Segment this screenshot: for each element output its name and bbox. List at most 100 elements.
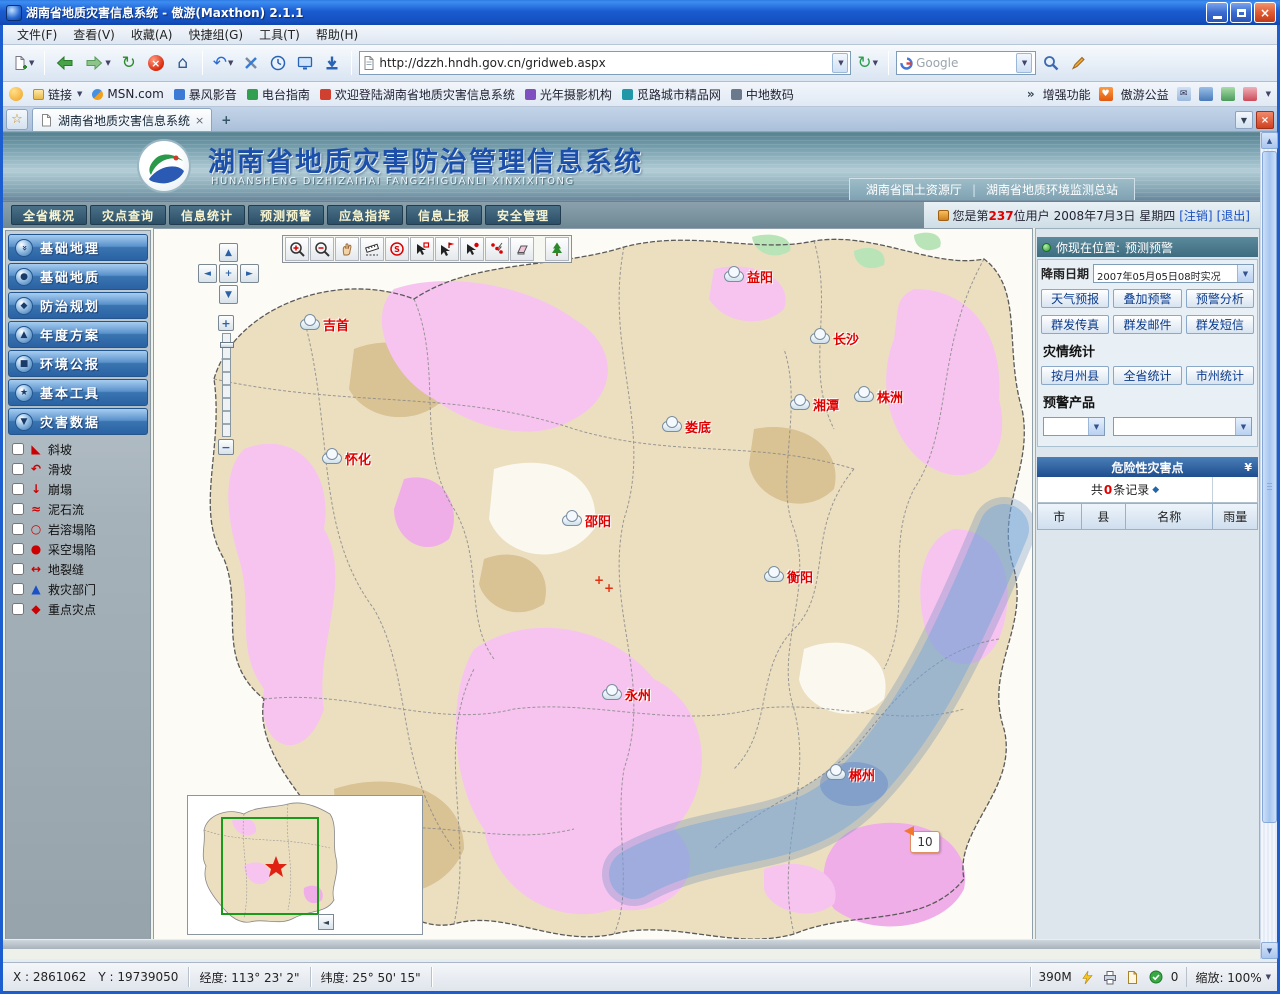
chevron-down-icon[interactable]: ▼ — [1235, 418, 1251, 435]
history-button[interactable] — [266, 50, 290, 76]
zoom-slider-plus-button[interactable]: + — [218, 315, 234, 331]
menu-help[interactable]: 帮助(H) — [308, 24, 366, 45]
layer-checkbox[interactable] — [12, 443, 24, 455]
sidebar-group-prevention-plan[interactable]: ◆ 防治规划 — [8, 292, 148, 319]
danger-points-header[interactable]: 危险性灾害点 ¥ — [1037, 457, 1258, 477]
layer-checkbox[interactable] — [12, 463, 24, 475]
stop-button[interactable]: × — [144, 50, 168, 76]
boost-bolt-icon[interactable] — [1079, 969, 1095, 985]
link-storm-player[interactable]: 暴风影音 — [174, 86, 237, 103]
address-dropdown-button[interactable]: ▼ — [832, 53, 848, 73]
maxthon-heart-icon[interactable]: ♥ — [1099, 87, 1113, 101]
layer-rescue-departments[interactable]: ▲ 救灾部门 — [8, 579, 148, 599]
city-marker-chenzhou[interactable]: 郴州 — [826, 765, 875, 784]
warning-analysis-button[interactable]: 预警分析 — [1186, 289, 1254, 308]
layer-checkbox[interactable] — [12, 503, 24, 515]
zoom-slider-thumb[interactable] — [220, 342, 234, 348]
overview-map[interactable]: ◄ — [187, 795, 423, 935]
scroll-down-button[interactable]: ▼ — [1261, 942, 1278, 959]
download-button[interactable] — [320, 50, 344, 76]
city-marker-yiyang[interactable]: 益阳 — [724, 267, 773, 286]
new-tab-button[interactable]: ▼ — [9, 50, 37, 76]
layer-checkbox[interactable] — [12, 563, 24, 575]
address-bar[interactable]: ▼ — [359, 51, 851, 75]
rain-date-select[interactable]: 2007年05月05日08时实况 ▼ — [1093, 264, 1254, 283]
maxthon-charity-link[interactable]: 傲游公益 — [1121, 86, 1169, 103]
enhance-features-link[interactable]: 增强功能 — [1043, 86, 1091, 103]
product-type-select[interactable]: ▼ — [1043, 417, 1105, 436]
monitor-icon[interactable] — [1199, 87, 1213, 101]
rainfall-flag-marker[interactable]: 10 — [910, 831, 940, 853]
link-msn[interactable]: MSN.com — [92, 87, 163, 101]
menu-groups[interactable]: 快捷组(G) — [180, 24, 251, 45]
menu-favorites[interactable]: 收藏(A) — [123, 24, 181, 45]
zoom-slider-minus-button[interactable]: − — [218, 439, 234, 455]
menu-view[interactable]: 查看(V) — [65, 24, 123, 45]
chevron-down-icon[interactable]: ▼ — [1237, 265, 1253, 282]
layer-checkbox[interactable] — [12, 543, 24, 555]
layer-checkbox[interactable] — [12, 603, 24, 615]
sidebar-group-env-bulletin[interactable]: ■ 环境公报 — [8, 350, 148, 377]
map-viewport[interactable]: S — [153, 228, 1033, 949]
monthly-county-button[interactable]: 按月州县 — [1041, 366, 1109, 385]
city-marker-changsha[interactable]: 长沙 — [810, 329, 859, 348]
province-stats-button[interactable]: 全省统计 — [1113, 366, 1181, 385]
favorites-panel-button[interactable]: ☆ — [6, 109, 28, 130]
chevron-down-icon[interactable]: ▼ — [1266, 90, 1271, 98]
mass-fax-button[interactable]: 群发传真 — [1041, 315, 1109, 334]
printer-icon[interactable] — [1102, 969, 1118, 985]
scrollbar-thumb[interactable] — [1262, 151, 1277, 823]
external-tools-button[interactable] — [239, 50, 263, 76]
tab-close-icon[interactable]: × — [195, 114, 204, 127]
mail-icon[interactable]: ✉ — [1177, 87, 1191, 101]
city-marker-loudi[interactable]: 娄底 — [662, 417, 711, 436]
city-marker-hengyang[interactable]: 衡阳 — [764, 567, 813, 586]
search-engine-dropdown[interactable]: ▼ — [1016, 53, 1032, 73]
sidebar-group-annual-scheme[interactable]: ▲ 年度方案 — [8, 321, 148, 348]
stop-tool[interactable]: S — [385, 237, 409, 261]
logout-link[interactable]: [注销] — [1179, 207, 1212, 224]
link-city-boutique[interactable]: 觅路城市精品网 — [622, 86, 721, 103]
search-bar[interactable]: Google ▼ — [896, 51, 1036, 75]
sidebar-group-disaster-data[interactable]: ▼ 灾害数据 — [8, 408, 148, 435]
links-folder[interactable]: 链接 ▼ — [33, 86, 82, 103]
weather-forecast-button[interactable]: 天气预报 — [1041, 289, 1109, 308]
go-button[interactable]: ↻ ▼ — [854, 50, 881, 76]
hotlink-tool[interactable] — [485, 237, 509, 261]
pan-right-button[interactable]: ► — [240, 264, 259, 283]
layer-checkbox[interactable] — [12, 483, 24, 495]
zoom-in-tool[interactable] — [285, 237, 309, 261]
back-button[interactable] — [52, 50, 78, 76]
restore-button[interactable] — [1230, 2, 1252, 23]
gift-icon[interactable] — [1243, 87, 1257, 101]
screenshot-button[interactable] — [293, 50, 317, 76]
layer-landslide[interactable]: ↶ 滑坡 — [8, 459, 148, 479]
navtab-info-statistics[interactable]: 信息统计 — [169, 205, 245, 225]
navtab-disaster-query[interactable]: 灾点查询 — [90, 205, 166, 225]
layer-ground-fissure[interactable]: ↔ 地裂缝 — [8, 559, 148, 579]
navtab-security-mgmt[interactable]: 安全管理 — [485, 205, 561, 225]
collapse-icon[interactable]: ¥ — [1244, 461, 1252, 474]
zoom-out-tool[interactable] — [310, 237, 334, 261]
navtab-info-report[interactable]: 信息上报 — [406, 205, 482, 225]
menu-tools[interactable]: 工具(T) — [251, 24, 308, 45]
pager-marker-icon[interactable]: ◆ — [1152, 485, 1159, 495]
city-marker-shaoyang[interactable]: 邵阳 — [562, 511, 611, 530]
link-geo-env-monitoring[interactable]: 湖南省地质环境监测总站 — [986, 181, 1118, 198]
chat-icon[interactable] — [1221, 87, 1235, 101]
sidebar-group-basic-tools[interactable]: ★ 基本工具 — [8, 379, 148, 406]
layer-debris-flow[interactable]: ≈ 泥石流 — [8, 499, 148, 519]
city-marker-xiangtan[interactable]: 湘潭 — [790, 395, 839, 414]
zoom-control[interactable]: 缩放: 100% ▼ — [1186, 967, 1277, 987]
scroll-up-button[interactable]: ▲ — [1261, 132, 1278, 149]
link-hunan-disaster-site[interactable]: 欢迎登陆湖南省地质灾害信息系统 — [320, 86, 515, 103]
minimize-button[interactable] — [1206, 2, 1228, 23]
menu-file[interactable]: 文件(F) — [9, 24, 65, 45]
pan-left-button[interactable]: ◄ — [198, 264, 217, 283]
tab-list-button[interactable]: ▼ — [1235, 111, 1253, 129]
alert-shield-icon[interactable] — [1148, 969, 1164, 985]
forward-button[interactable]: ▼ — [81, 50, 113, 76]
mass-email-button[interactable]: 群发邮件 — [1113, 315, 1181, 334]
city-marker-zhuzhou[interactable]: 株洲 — [854, 387, 903, 406]
overlay-warning-button[interactable]: 叠加预警 — [1113, 289, 1181, 308]
